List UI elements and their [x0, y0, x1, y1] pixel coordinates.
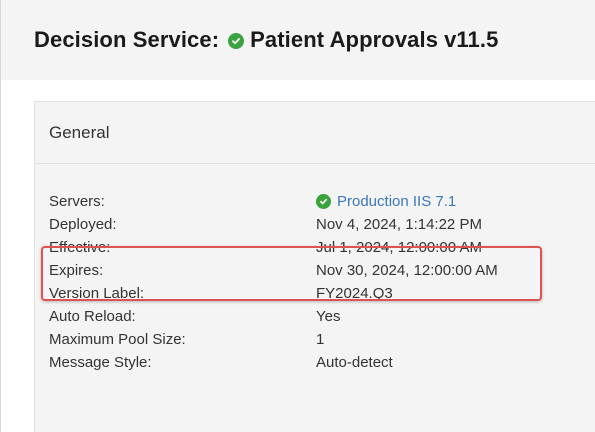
property-label: Message Style:	[49, 354, 152, 371]
property-row-expires: Expires: Nov 30, 2024, 12:00:00 AM	[35, 259, 595, 282]
property-row-message-style: Message Style: Auto-detect	[35, 351, 595, 374]
general-panel: General Servers: Production IIS 7.1 Depl…	[34, 101, 595, 432]
page-title: Decision Service: Patient Approvals v11.…	[34, 27, 498, 53]
service-version: v11.5	[444, 27, 499, 52]
property-row-max-pool-size: Maximum Pool Size: 1	[35, 328, 595, 351]
service-name: Patient Approvals	[250, 27, 439, 52]
check-circle-icon	[316, 194, 331, 209]
properties-list: Servers: Production IIS 7.1 Deployed: No…	[35, 190, 595, 374]
property-row-deployed: Deployed: Nov 4, 2024, 1:14:22 PM	[35, 213, 595, 236]
property-value: Nov 30, 2024, 12:00:00 AM	[316, 262, 498, 279]
property-value: Production IIS 7.1	[316, 193, 456, 210]
server-link[interactable]: Production IIS 7.1	[337, 193, 456, 210]
property-label: Version Label:	[49, 285, 145, 302]
property-value: Auto-detect	[316, 354, 393, 371]
property-label: Deployed:	[49, 216, 117, 233]
panel-title: General	[49, 122, 110, 142]
property-label: Auto Reload:	[49, 308, 136, 325]
property-value: Nov 4, 2024, 1:14:22 PM	[316, 216, 482, 233]
property-value: Yes	[316, 308, 341, 325]
property-value: 1	[316, 331, 325, 348]
page-header: Decision Service: Patient Approvals v11.…	[1, 0, 595, 80]
property-label: Maximum Pool Size:	[49, 331, 186, 348]
check-circle-icon	[228, 33, 245, 49]
decision-service-page: Decision Service: Patient Approvals v11.…	[0, 0, 595, 432]
property-label: Expires:	[49, 262, 104, 279]
property-label: Servers:	[49, 193, 105, 210]
property-label: Effective:	[49, 239, 111, 256]
property-row-effective: Effective: Jul 1, 2024, 12:00:00 AM	[35, 236, 595, 259]
property-value: Jul 1, 2024, 12:00:00 AM	[316, 239, 482, 256]
property-row-auto-reload: Auto Reload: Yes	[35, 305, 595, 328]
panel-header: General	[35, 102, 595, 164]
property-row-version-label: Version Label: FY2024.Q3	[35, 282, 595, 305]
property-row-servers: Servers: Production IIS 7.1	[35, 190, 595, 213]
title-prefix: Decision Service:	[34, 27, 220, 52]
property-value: FY2024.Q3	[316, 285, 393, 302]
